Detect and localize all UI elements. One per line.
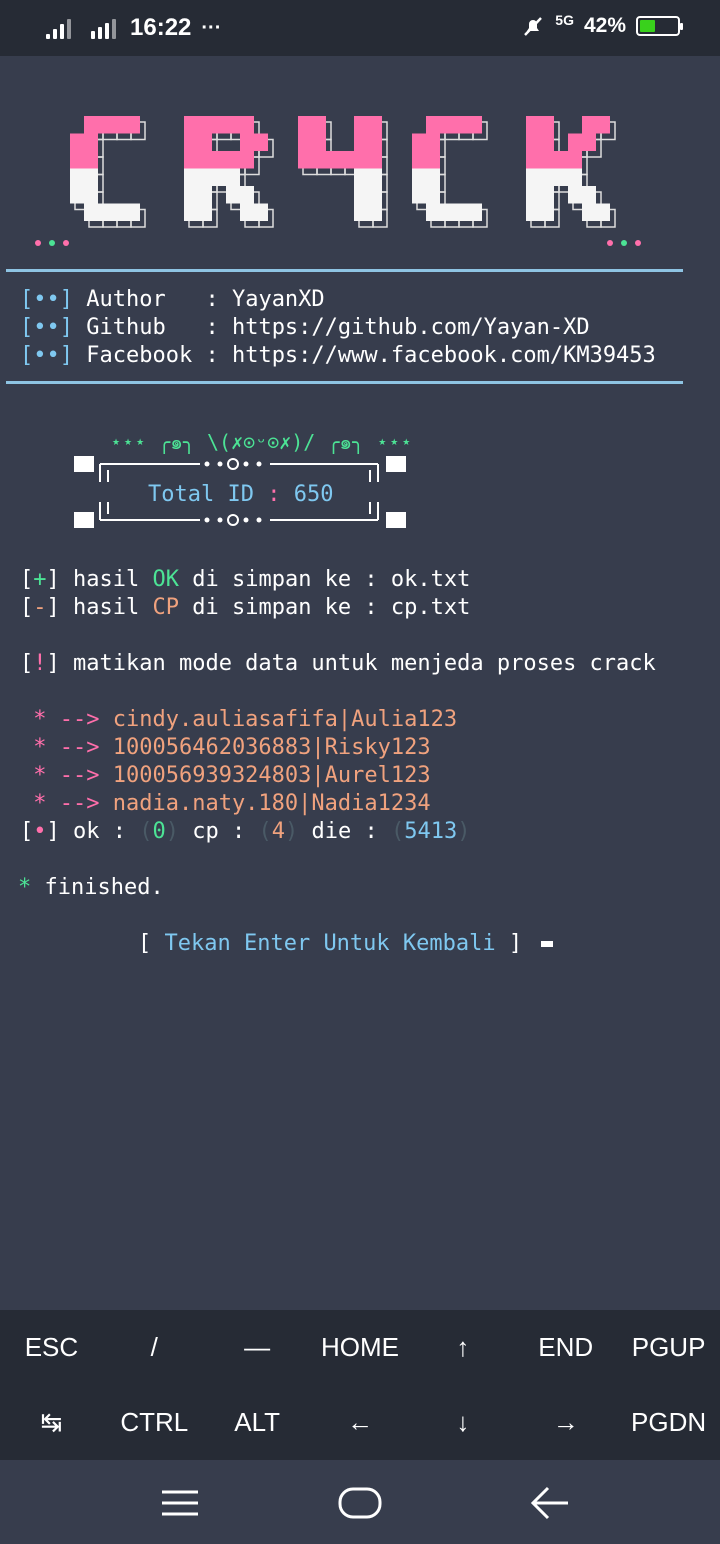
cr4ck-ascii-logo	[35, 116, 641, 246]
back-icon[interactable]	[530, 1486, 570, 1520]
finished-line: * finished.	[18, 875, 164, 900]
key-ctrl[interactable]: CTRL	[103, 1385, 206, 1460]
home-icon[interactable]	[338, 1486, 382, 1520]
result-line: * --> nadia.naty.180|Nadia1234	[33, 791, 431, 816]
key-esc[interactable]: ESC	[0, 1310, 103, 1385]
clock: 16:22	[130, 14, 192, 41]
key-tab[interactable]: ↹	[0, 1385, 103, 1460]
system-nav-bar	[0, 1460, 720, 1544]
total-id-line: Total ID : 650	[148, 482, 334, 507]
key-pgdn[interactable]: PGDN	[617, 1385, 720, 1460]
key-home[interactable]: HOME	[309, 1310, 412, 1385]
muted-bell-icon	[524, 17, 543, 36]
key-pgup[interactable]: PGUP	[617, 1310, 720, 1385]
battery-icon	[636, 16, 683, 36]
divider-top	[6, 269, 683, 272]
result-line: * --> 100056462036883|Risky123	[33, 735, 431, 760]
signal-strength-icon	[46, 17, 71, 39]
stats-line: [•] ok : (0) cp : (4) die : (5413)	[20, 819, 471, 844]
enter-prompt: [ Tekan Enter Untuk Kembali ]	[138, 930, 554, 958]
result-line: * --> cindy.auliasafifa|Aulia123	[33, 707, 458, 732]
key-alt[interactable]: ALT	[206, 1385, 309, 1460]
terminal-output[interactable]: [••] Author : YayanXD [••] Github : http…	[0, 56, 720, 1310]
status-bar: 16:22 ··· 5G 42%	[0, 0, 720, 56]
info-github: [••] Github : https://github.com/Yayan-X…	[20, 315, 590, 340]
network-label: 5G	[555, 12, 574, 28]
divider-bottom	[6, 381, 683, 384]
more-indicator: ···	[201, 16, 222, 39]
battery-percent: 42%	[583, 14, 626, 37]
text-cursor	[541, 941, 554, 947]
result-line: * --> 100056939324803|Aurel123	[33, 763, 431, 788]
extra-keys-bar: ESC / — HOME ↑ END PGUP ↹ CTRL ALT ← ↓ →…	[0, 1310, 720, 1460]
key-up[interactable]: ↑	[411, 1310, 514, 1385]
save-cp-line: [-] hasil CP di simpan ke : cp.txt	[20, 595, 471, 620]
signal-strength-icon	[91, 17, 116, 39]
info-facebook: [••] Facebook : https://www.facebook.com…	[20, 343, 656, 368]
menu-icon[interactable]	[160, 1488, 200, 1518]
key-end[interactable]: END	[514, 1310, 617, 1385]
key-down[interactable]: ↓	[411, 1385, 514, 1460]
key-right[interactable]: →	[514, 1385, 617, 1460]
total-id-box: ⋆⋆⋆ ╭๑╮ \(✗⊙ᵕ⊙✗)/ ╭๑╮ ⋆⋆⋆ Total ID : 650	[70, 426, 412, 546]
save-ok-line: [+] hasil OK di simpan ke : ok.txt	[20, 567, 471, 592]
warning-line: [!] matikan mode data untuk menjeda pros…	[20, 651, 656, 676]
key-left[interactable]: ←	[309, 1385, 412, 1460]
key-dash[interactable]: —	[206, 1310, 309, 1385]
key-slash[interactable]: /	[103, 1310, 206, 1385]
info-author: [••] Author : YayanXD	[20, 287, 325, 312]
